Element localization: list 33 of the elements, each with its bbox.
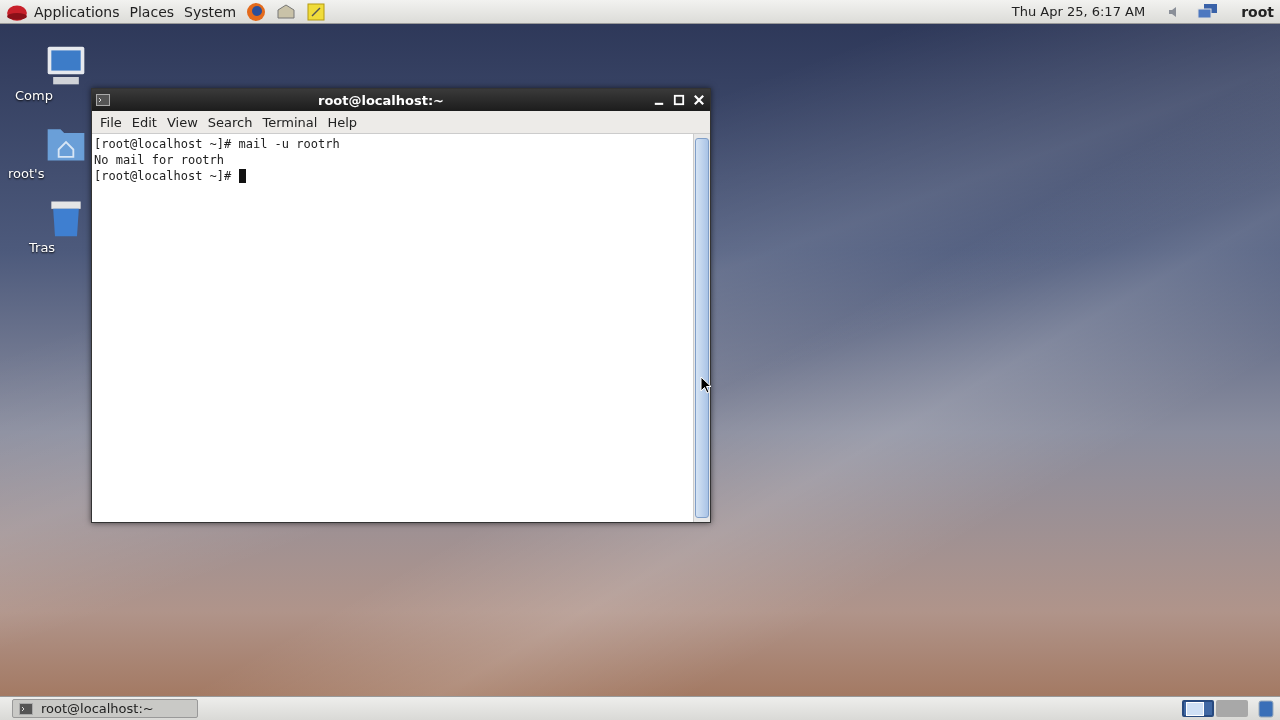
globe-icon[interactable] — [246, 1, 267, 22]
menu-item[interactable]: Help — [323, 114, 362, 130]
menu-item[interactable]: Edit — [127, 114, 161, 130]
network-icon[interactable] — [1197, 2, 1220, 21]
icon-label: root's — [8, 166, 45, 181]
mouse-pointer-icon — [700, 376, 712, 394]
workspace-switcher-item[interactable] — [1216, 700, 1248, 717]
panel-menu[interactable]: Places — [129, 3, 175, 20]
panel-menu[interactable]: System — [184, 3, 237, 20]
icon-label: Tras — [29, 240, 56, 255]
panel-menu[interactable]: Applications — [34, 3, 120, 20]
workspace-switcher-item[interactable] — [1182, 700, 1214, 717]
menu-item[interactable]: Search — [203, 114, 257, 130]
clock[interactable]: Thu Apr 25, 6:17 AM — [1011, 4, 1146, 19]
notepad-icon[interactable] — [306, 1, 327, 22]
user-name[interactable]: root — [1241, 3, 1274, 20]
window-title: root@localhost:~ — [316, 92, 445, 108]
terminal-icon — [96, 94, 110, 106]
text-cursor — [238, 169, 246, 183]
menu-item[interactable]: Terminal — [258, 114, 322, 130]
maximize-icon[interactable] — [672, 93, 686, 107]
scrollbar[interactable] — [693, 134, 710, 522]
menu-item[interactable]: File — [96, 114, 126, 130]
scroll-thumb[interactable] — [695, 138, 709, 518]
terminal-line: [root@localhost ~]# — [94, 168, 233, 184]
terminal-icon — [19, 702, 33, 715]
menu-item[interactable]: View — [162, 114, 202, 130]
terminal-line: [root@localhost ~]# mail -u rootrh — [94, 136, 340, 152]
taskbar-button[interactable]: root@localhost:~ — [12, 699, 198, 718]
terminal-line: No mail for rootrh — [94, 152, 225, 168]
trash-icon[interactable] — [1258, 699, 1274, 718]
icon-label: Comp — [15, 88, 53, 103]
close-icon[interactable] — [692, 93, 706, 107]
